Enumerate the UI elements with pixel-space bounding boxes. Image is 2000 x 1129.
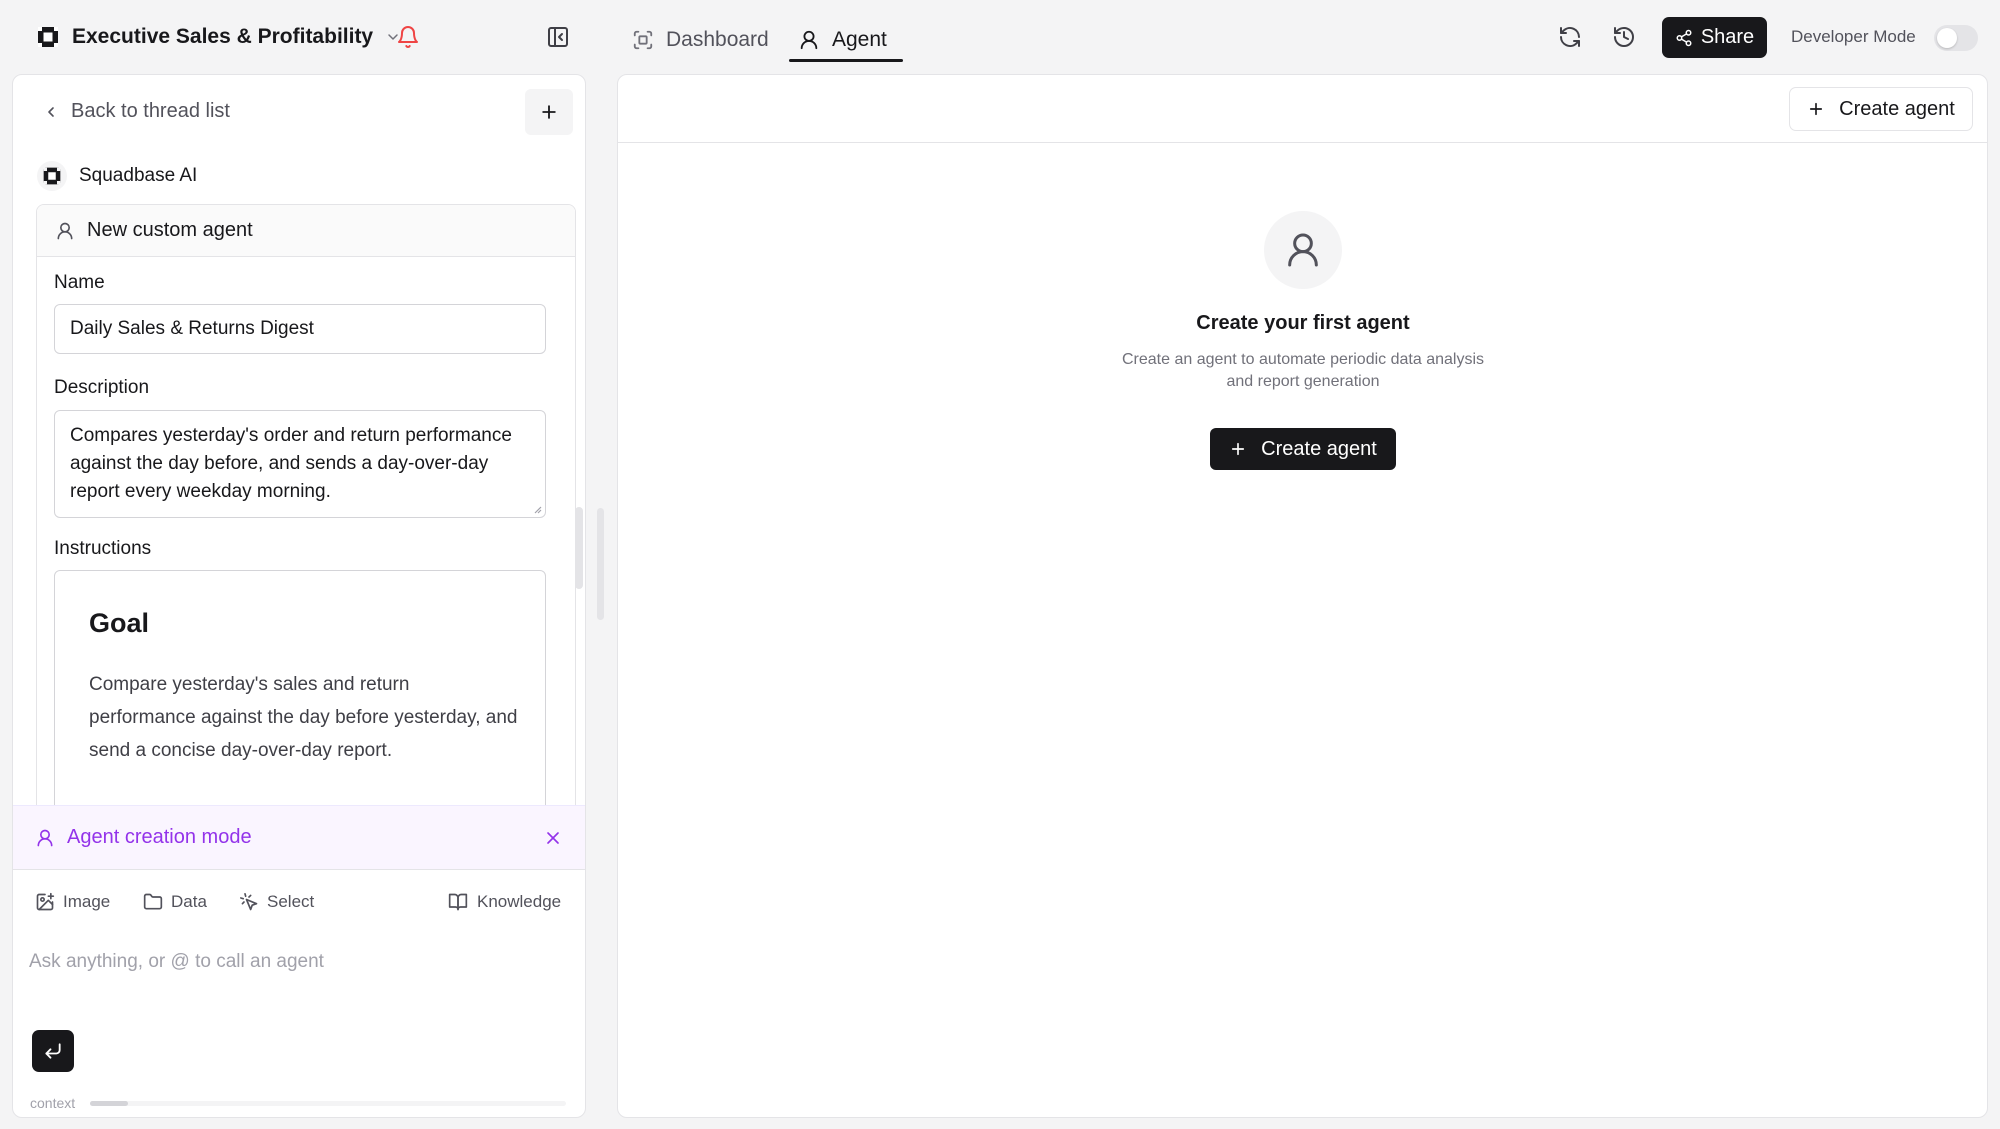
toggle-knob [1937,28,1957,48]
user-icon [37,829,53,846]
panel-left-icon [548,27,568,47]
agent-creation-mode-bar: Agent creation mode [13,805,585,869]
user-icon [800,30,818,50]
message-composer: Image Data Select Knowledge [13,869,585,1093]
folder-icon [143,893,163,910]
agent-description-field[interactable]: Compares yesterday's order and return pe… [54,410,546,518]
create-agent-button[interactable]: Create agent [1789,87,1973,131]
dashboard-icon [633,30,653,50]
collapse-sidebar-button[interactable] [546,25,570,49]
send-button[interactable] [32,1030,74,1072]
empty-state-avatar [1264,211,1342,289]
chat-scrollbar[interactable] [575,507,583,589]
empty-state-description: Create an agent to automate periodic dat… [1121,351,1484,390]
history-icon [1614,27,1634,47]
context-label: context [30,1095,76,1111]
create-agent-label: Create agent [1261,437,1377,460]
avatar [37,161,67,191]
create-first-agent-button[interactable]: Create agent [1210,428,1396,470]
user-icon [1288,233,1318,267]
squadbase-logo-icon [38,27,58,47]
share-button[interactable]: Share [1662,17,1767,58]
context-usage-bar [90,1101,566,1106]
share-label: Share [1700,26,1755,48]
description-label: Description [54,377,150,398]
refresh-icon [1560,27,1580,47]
cursor-click-icon [240,893,258,911]
plus-icon [1810,102,1823,116]
tool-label: Select [267,892,315,911]
chat-panel: Back to thread list Squadbase AI New cus… [12,74,586,1118]
notifications-button[interactable] [396,25,420,49]
agent-main-panel: Create agent Create your first agent Cre… [617,74,1988,1118]
close-icon[interactable] [543,828,563,848]
create-agent-label: Create agent [1839,97,1955,120]
tab-dashboard[interactable]: Dashboard [632,18,769,62]
app-switcher[interactable]: Executive Sales & Profitability [36,22,401,52]
back-label: Back to thread list [71,100,230,122]
plus-icon [1232,442,1245,456]
mode-label: Agent creation mode [67,826,252,848]
instructions-label: Instructions [54,538,152,559]
plus-icon [542,105,556,119]
active-tab-indicator [789,59,903,62]
tab-label: Agent [832,28,887,51]
history-button[interactable] [1612,25,1636,49]
attach-data-button[interactable]: Data [143,892,207,912]
instructions-heading: Goal [89,608,150,638]
resize-handle-icon[interactable] [532,504,542,514]
tab-label: Dashboard [666,28,769,51]
panel-resize-handle[interactable] [597,508,604,620]
assistant-name: Squadbase AI [79,165,198,186]
card-title: New custom agent [87,219,253,241]
select-element-button[interactable]: Select [239,892,314,912]
agent-panel-header: Create agent [618,75,1987,143]
context-usage-fill [90,1101,129,1106]
card-header: New custom agent [37,205,575,257]
share-icon [1676,29,1692,46]
developer-mode-toggle[interactable] [1934,25,1978,51]
book-open-icon [448,893,468,911]
chevron-left-icon [48,106,54,117]
enter-icon [45,1043,61,1059]
user-icon [57,222,73,239]
description-text: Compares yesterday's order and return pe… [70,425,512,502]
tool-label: Data [171,892,207,911]
tool-label: Image [63,892,111,911]
bell-icon [398,26,418,48]
top-bar: Executive Sales & Profitability Dashboar… [0,0,2000,74]
attach-image-button[interactable]: Image [35,892,110,912]
message-input[interactable] [29,940,569,984]
instructions-body: Compare yesterday's sales and return per… [89,674,518,761]
knowledge-button[interactable]: Knowledge [447,892,561,912]
squadbase-logo-icon [43,167,61,185]
back-to-thread-list-link[interactable]: Back to thread list [43,100,230,123]
empty-state-title: Create your first agent [1196,312,1410,334]
new-thread-button[interactable] [525,89,573,135]
assistant-identity: Squadbase AI [37,161,197,191]
refresh-button[interactable] [1558,25,1582,49]
image-plus-icon [36,892,55,911]
tab-agent[interactable]: Agent [798,18,887,62]
tool-label: Knowledge [477,892,562,911]
agent-name-field[interactable] [54,304,546,354]
developer-mode-label: Developer Mode [1791,27,1916,46]
name-label: Name [54,272,105,293]
app-title: Executive Sales & Profitability [72,25,374,48]
